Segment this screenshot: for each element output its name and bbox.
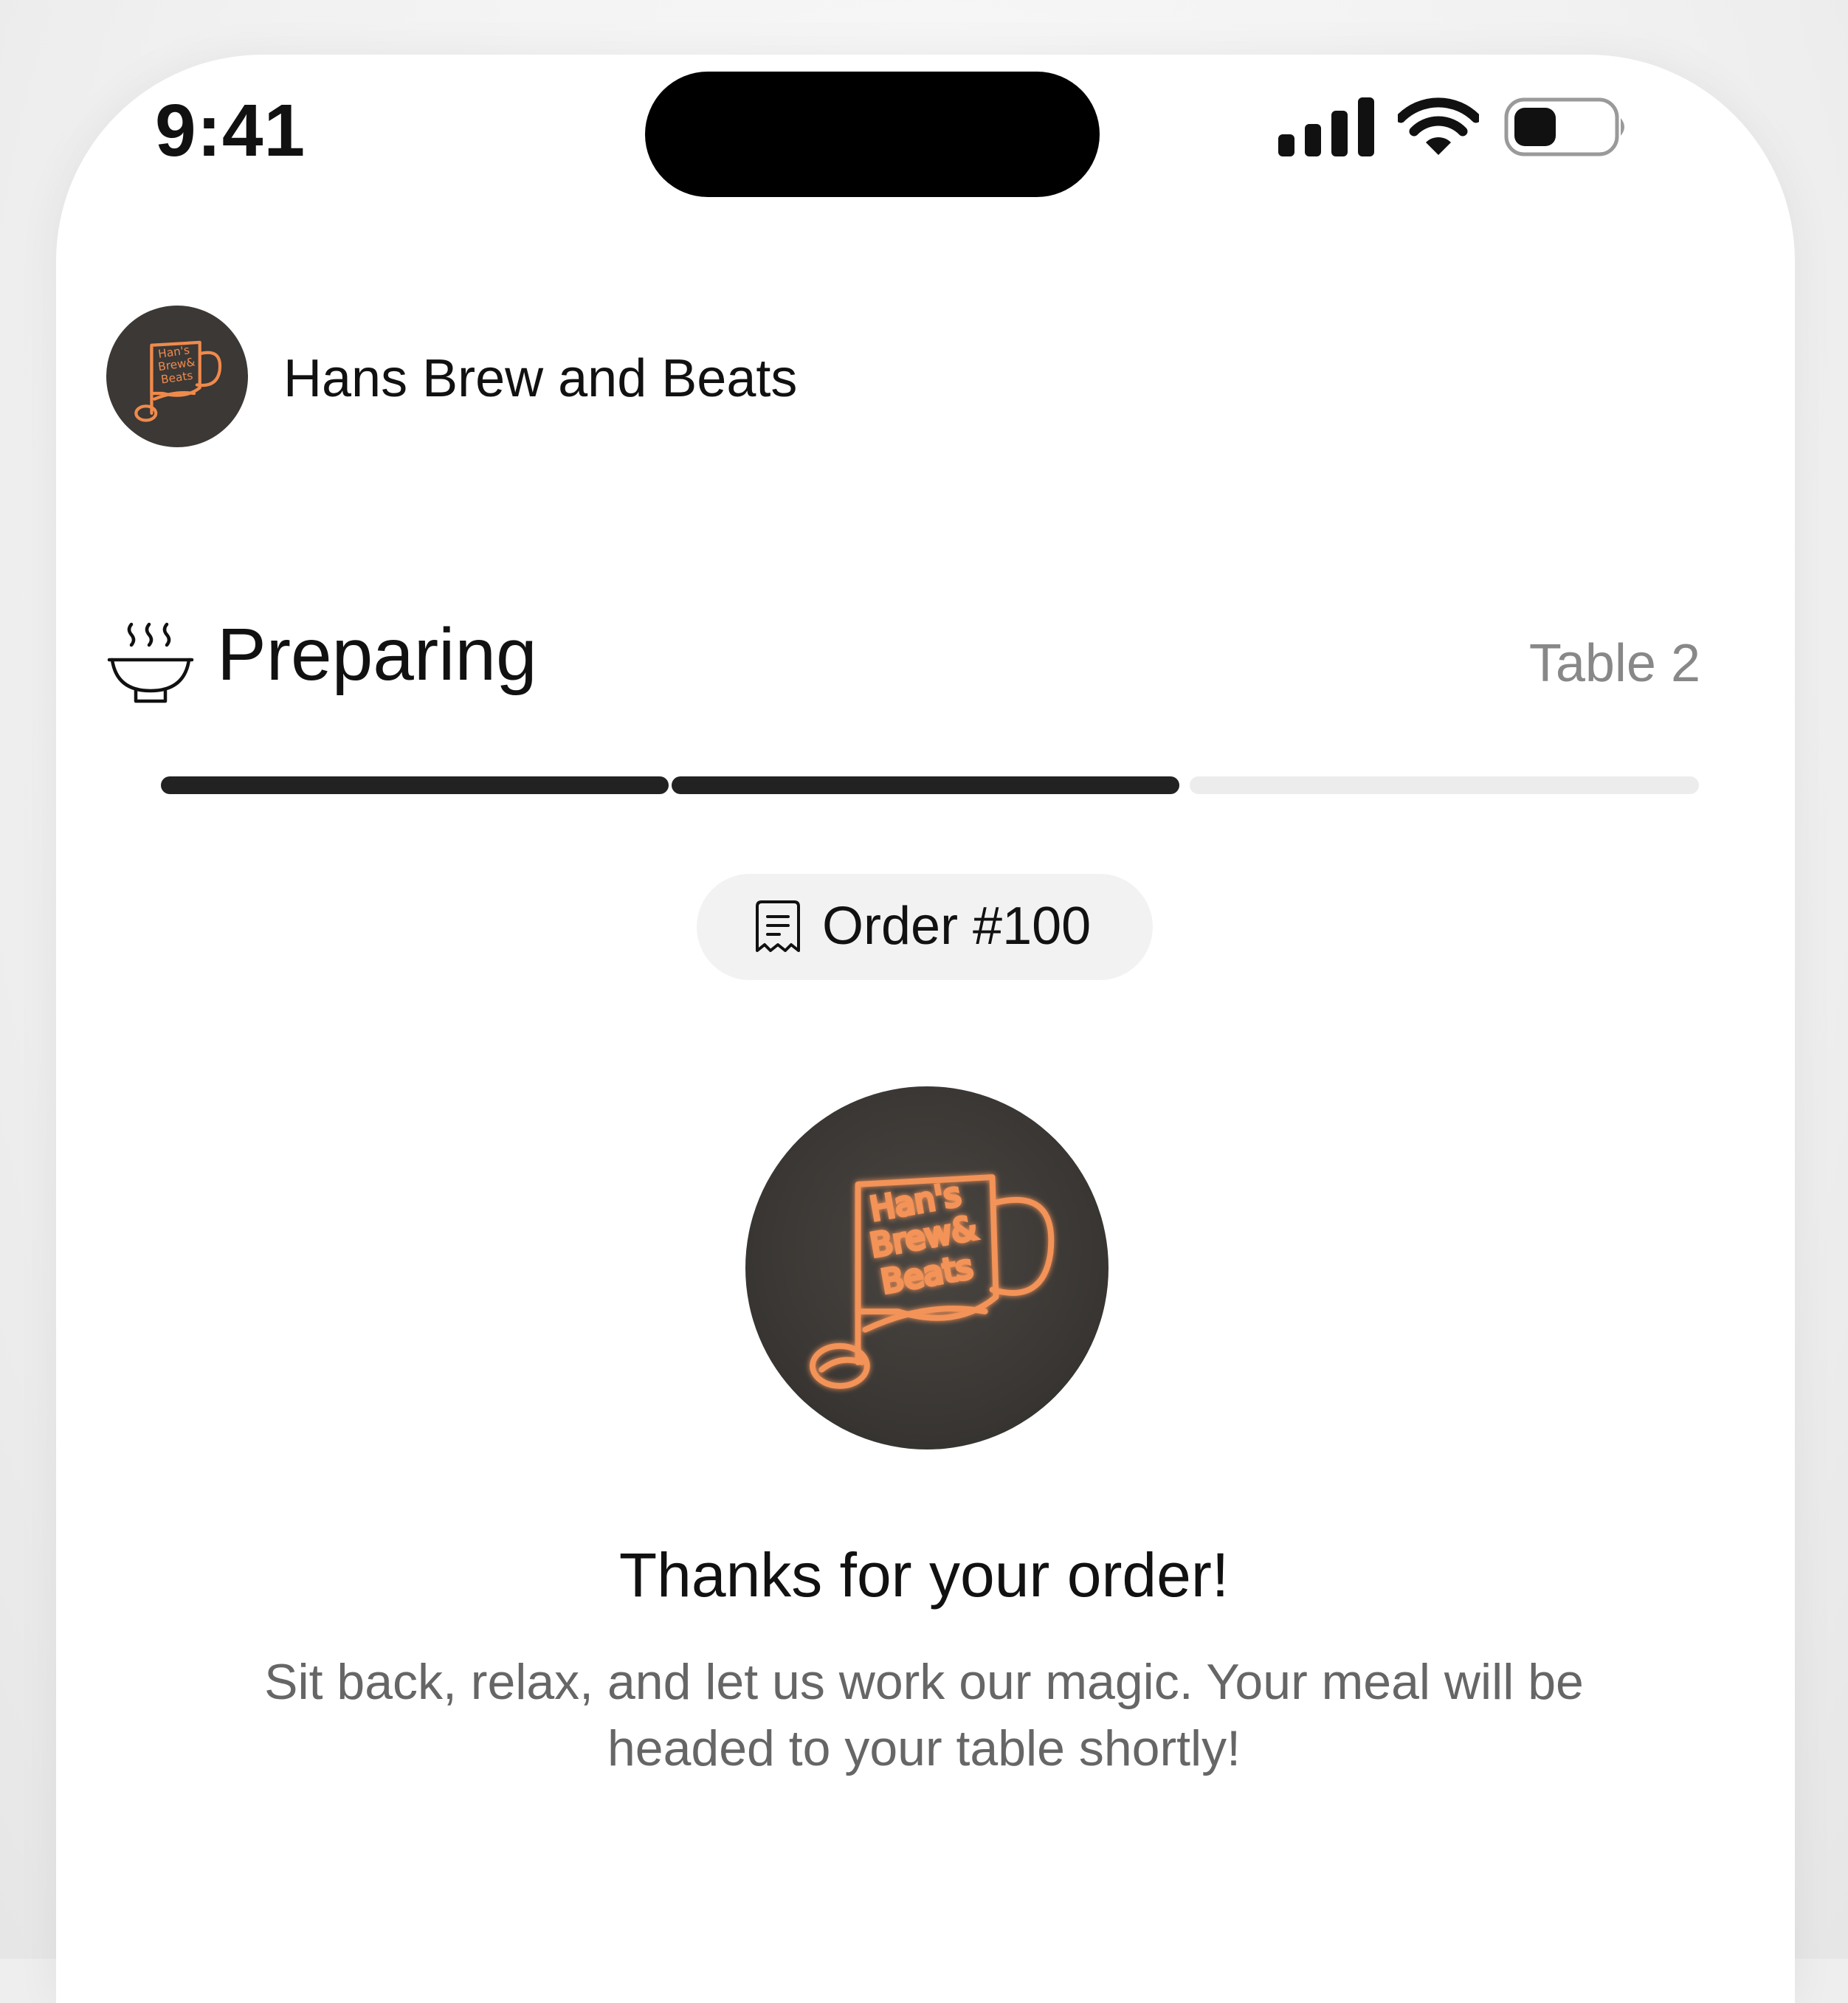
progress-step-1 — [161, 776, 669, 794]
status-time: 9:41 — [155, 89, 306, 172]
mug-note-logo-large: Han's Brew& Beats — [810, 1174, 1055, 1389]
battery-icon — [1504, 97, 1624, 156]
table-label: Table 2 — [1528, 634, 1700, 693]
order-status-row: Preparing Table 2 — [106, 608, 1700, 719]
restaurant-logo-large: Han's Brew& Beats — [745, 1086, 1109, 1449]
dynamic-island — [645, 72, 1100, 197]
order-number: Order #100 — [822, 897, 1092, 956]
mug-note-logo-small: Han's Brew& Beats — [134, 340, 222, 422]
progress-step-2 — [672, 776, 1179, 794]
confirmation-message: Sit back, relax, and let us work our mag… — [264, 1654, 1584, 1776]
wifi-icon — [1398, 97, 1479, 155]
restaurant-name: Hans Brew and Beats — [283, 349, 798, 408]
order-number-pill: Order #100 — [697, 874, 1153, 980]
cellular-signal-icon — [1278, 97, 1374, 156]
order-status-label: Preparing — [217, 613, 537, 696]
order-progress-bar — [161, 776, 1699, 794]
receipt-icon — [756, 900, 800, 952]
steaming-bowl-icon — [107, 622, 194, 703]
progress-step-3 — [1190, 776, 1699, 794]
restaurant-logo-small: Han's Brew& Beats — [106, 306, 248, 447]
confirmation-title: Thanks for your order! — [618, 1540, 1230, 1610]
